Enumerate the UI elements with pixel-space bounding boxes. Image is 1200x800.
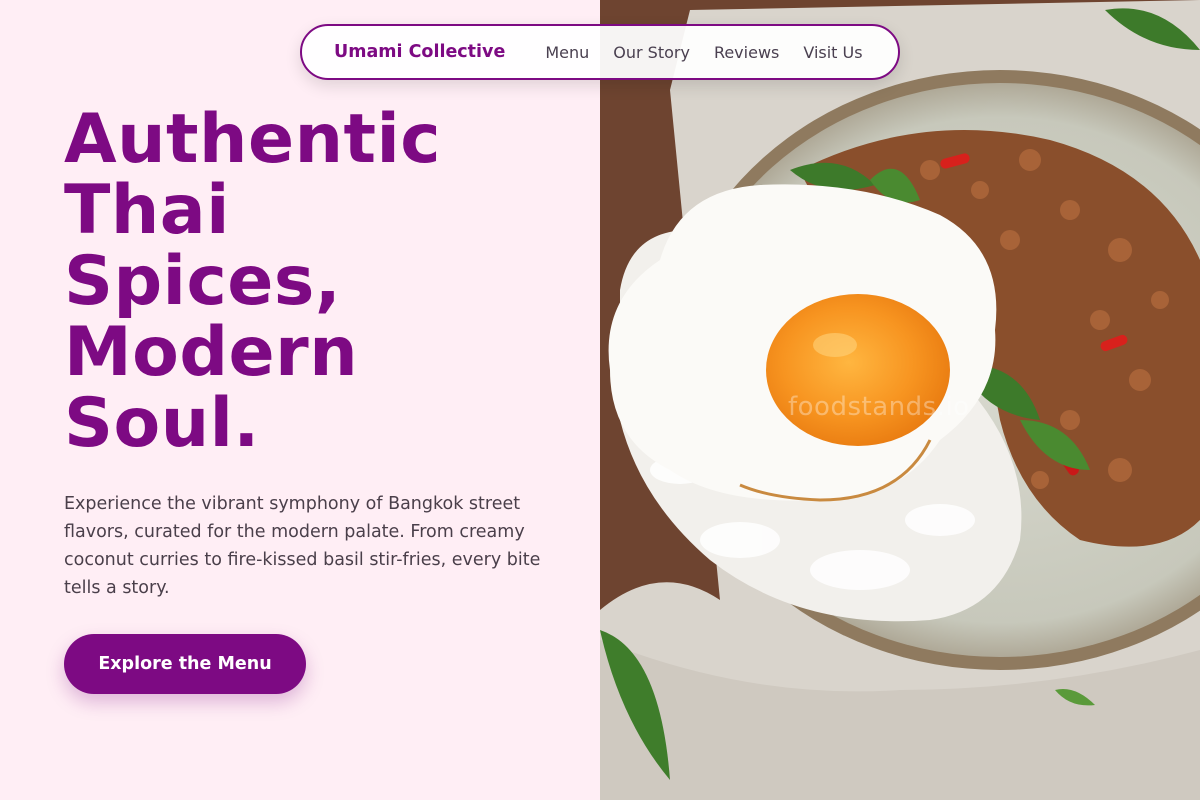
nav-link-menu[interactable]: Menu xyxy=(545,43,589,62)
hero-headline: Authentic Thai Spices, Modern Soul. xyxy=(64,104,584,459)
headline-line: Thai xyxy=(64,171,230,250)
nav-link-our-story[interactable]: Our Story xyxy=(613,43,690,62)
hero-description: Experience the vibrant symphony of Bangk… xyxy=(64,494,541,598)
nav-link-reviews[interactable]: Reviews xyxy=(714,43,779,62)
hero-panel: Authentic Thai Spices, Modern Soul. Expe… xyxy=(0,0,600,800)
brand-logo[interactable]: Umami Collective xyxy=(334,42,505,62)
explore-menu-button[interactable]: Explore the Menu xyxy=(64,634,306,694)
headline-line: Spices, xyxy=(64,242,342,321)
headline-line: Modern xyxy=(64,313,359,392)
photo-watermark: foodstands.io xyxy=(788,392,970,422)
top-navigation: Umami Collective Menu Our Story Reviews … xyxy=(300,24,900,80)
headline-line: Soul. xyxy=(64,384,260,463)
nav-link-visit-us[interactable]: Visit Us xyxy=(803,43,862,62)
hero-photo: foodstands.io xyxy=(600,0,1200,800)
headline-line: Authentic xyxy=(64,100,442,179)
